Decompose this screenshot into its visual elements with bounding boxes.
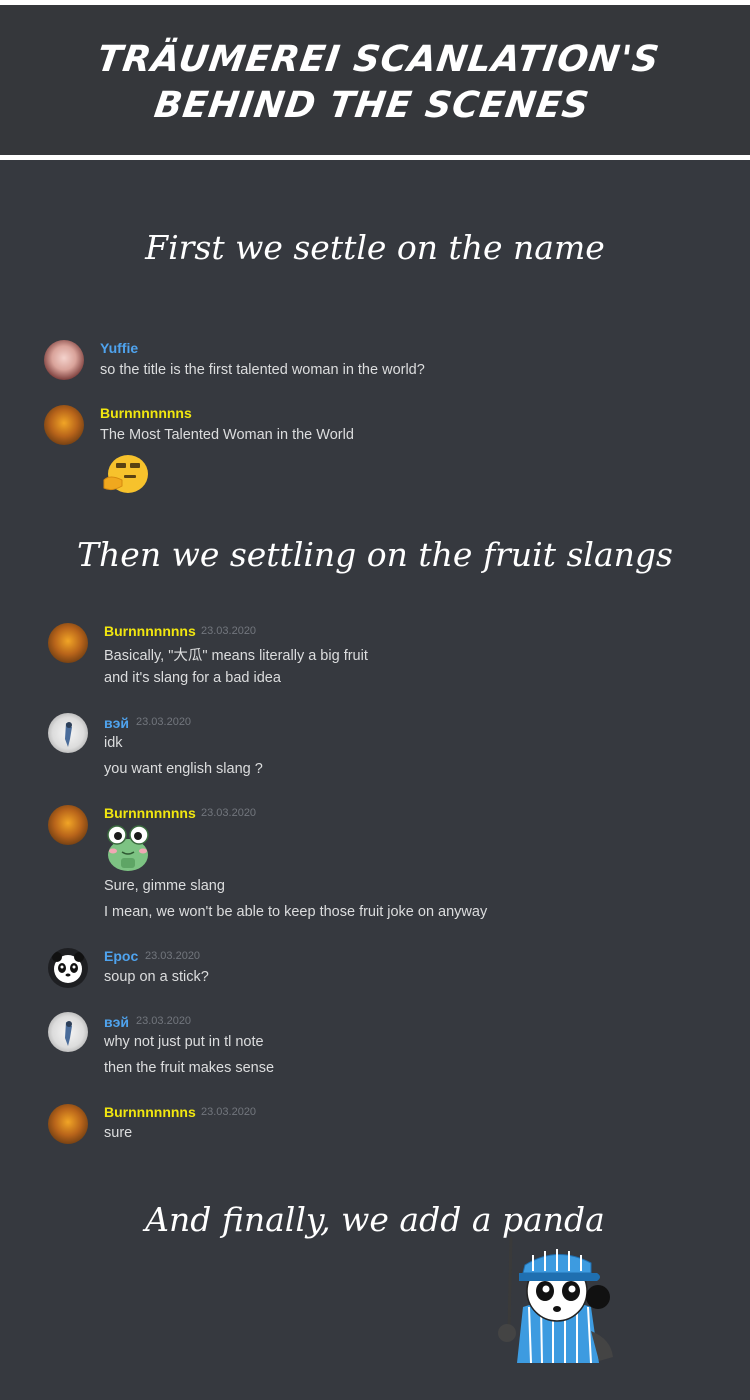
avatar-burnnnnnnns[interactable]	[48, 1104, 88, 1144]
frog-emoji	[107, 825, 149, 871]
timestamp: 23.03.2020	[145, 950, 201, 962]
username-burnnnnnnns[interactable]: Burnnnnnnns	[104, 623, 196, 639]
message-text: why not just put in tl note	[104, 1034, 264, 1050]
caption-fruit: Then we settling on the fruit slangs	[77, 535, 673, 574]
chat-panel: First we settle on the name Yuffie so th…	[0, 160, 750, 1400]
panda-icon	[52, 952, 84, 983]
bird-icon	[65, 722, 72, 747]
timestamp: 23.03.2020	[201, 807, 257, 819]
bird-icon	[65, 1021, 72, 1046]
username-yuffie[interactable]: Yuffie	[100, 340, 138, 356]
avatar-vei[interactable]	[48, 1012, 88, 1052]
title-line-1: TRÄUMEREI SCANLATION'S	[94, 39, 663, 80]
avatar-burnnnnnnns[interactable]	[48, 805, 88, 845]
avatar-epoc[interactable]	[48, 948, 88, 988]
message-text: then the fruit makes sense	[104, 1060, 275, 1076]
timestamp: 23.03.2020	[136, 1015, 192, 1027]
message-text: The Most Talented Woman in the World	[100, 427, 354, 443]
message-text: Basically, "大瓜" means literally a big fr…	[104, 648, 368, 664]
timestamp: 23.03.2020	[201, 1106, 257, 1118]
avatar-yuffie[interactable]	[44, 340, 84, 380]
header-banner: TRÄUMEREI SCANLATION'S BEHIND THE SCENES	[0, 5, 750, 155]
message-text: I mean, we won't be able to keep those f…	[104, 904, 488, 920]
timestamp: 23.03.2020	[136, 716, 192, 728]
username-epoc[interactable]: Epoc	[104, 948, 138, 964]
username-burnnnnnnns[interactable]: Burnnnnnnns	[100, 405, 192, 421]
title-line-2: BEHIND THE SCENES	[151, 85, 592, 126]
avatar-vei[interactable]	[48, 713, 88, 753]
username-burnnnnnnns[interactable]: Burnnnnnnns	[104, 805, 196, 821]
username-vei[interactable]: вэй	[104, 1014, 129, 1030]
avatar-burnnnnnnns[interactable]	[48, 623, 88, 663]
page-title: TRÄUMEREI SCANLATION'S BEHIND THE SCENES	[0, 37, 750, 129]
timestamp: 23.03.2020	[201, 625, 257, 637]
thinking-blob-emoji	[103, 455, 148, 493]
message-text: sure	[104, 1125, 133, 1141]
username-vei[interactable]: вэй	[104, 715, 129, 731]
message-text: you want english slang ?	[104, 761, 263, 777]
username-burnnnnnnns[interactable]: Burnnnnnnns	[104, 1104, 196, 1120]
message-text: and it's slang for a bad idea	[104, 670, 281, 686]
avatar-burnnnnnnns[interactable]	[44, 405, 84, 445]
message-text: soup on a stick?	[104, 969, 209, 985]
panda-mascot-illustration	[498, 1236, 613, 1364]
caption-panda: And finally, we add a panda	[145, 1200, 605, 1239]
message-text: idk	[104, 735, 123, 751]
caption-name: First we settle on the name	[145, 228, 605, 267]
message-text: so the title is the first talented woman…	[100, 362, 425, 378]
message-text: Sure, gimme slang	[104, 878, 225, 894]
